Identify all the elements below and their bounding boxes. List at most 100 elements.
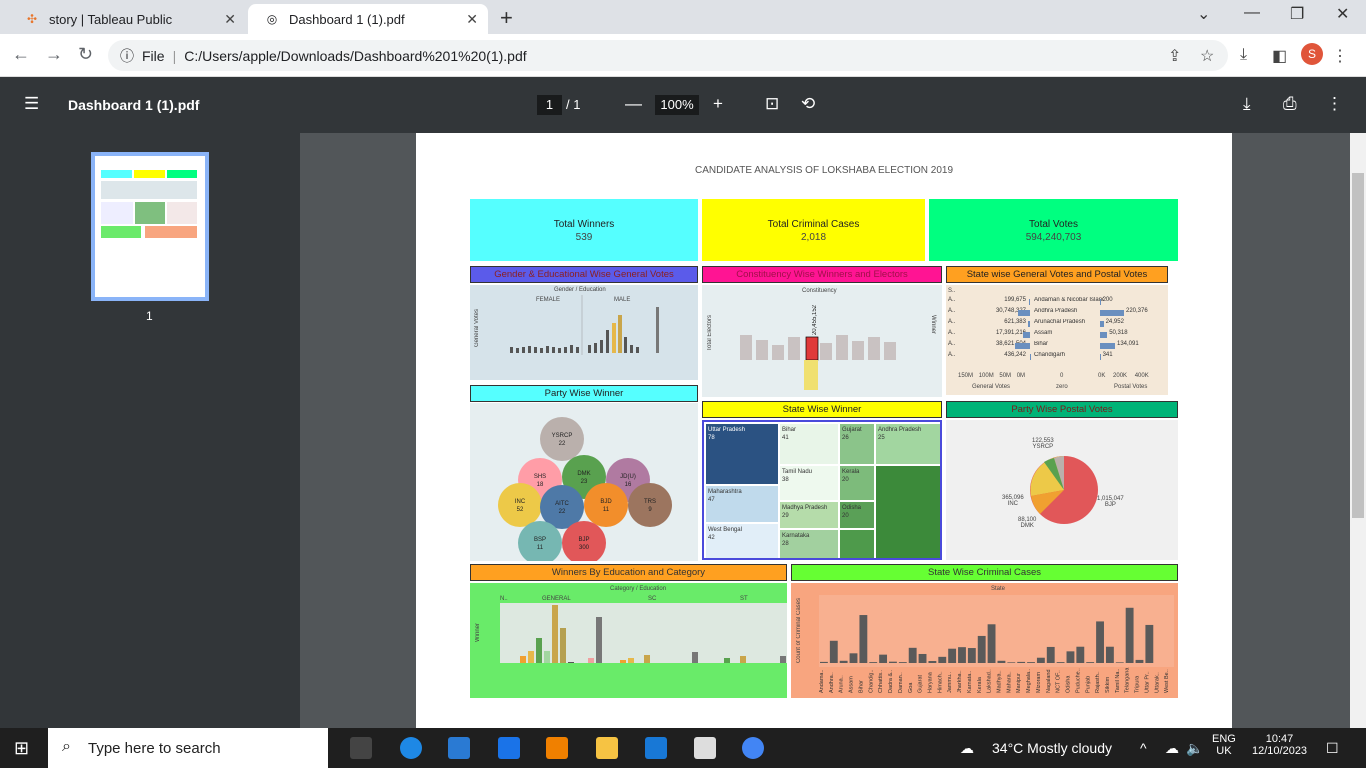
header-state-winner: State Wise Winner [702,401,942,418]
chevron-up-icon[interactable]: ^ [1140,740,1147,756]
restore-button[interactable]: ❐ [1290,4,1304,24]
hamburger-icon[interactable]: ☰ [24,94,39,114]
header-gender-education: Gender & Educational Wise General Votes [470,266,698,283]
store-icon[interactable] [448,737,470,759]
tab-pdf[interactable]: ◎ Dashboard 1 (1).pdf ✕ [248,4,488,34]
task-view-icon[interactable] [350,737,372,759]
download-icon[interactable]: ⤓ [1240,46,1247,64]
close-icon[interactable]: ✕ [224,11,236,28]
close-icon[interactable]: ✕ [466,11,478,28]
file-explorer-icon[interactable] [596,737,618,759]
zoom-in-icon[interactable]: + [713,94,723,114]
rotate-icon[interactable]: ⟲ [801,94,815,114]
state-label: Himach.. [937,671,943,693]
treemap-label: Tamil Nadu 38 [782,469,813,483]
state-label: Tripura [1135,675,1141,693]
state-label: Sikkim [1105,676,1111,693]
snipping-icon[interactable] [694,737,716,759]
pdf-page: CANDIDATE ANALYSIS OF LOKSHABA ELECTION … [416,133,1232,728]
kpi-total-winners: Total Winners 539 [470,199,698,261]
state-label: West Be.. [1164,669,1170,693]
treemap-label: Maharashtra 47 [708,489,742,503]
kpi-total-votes: Total Votes 594,240,703 [929,199,1178,261]
treemap-label: Karnataka 28 [782,533,810,547]
state-label: NCT OF.. [1056,670,1062,693]
vlc-icon[interactable] [546,737,568,759]
header-constituency: Constituency Wise Winners and Electors [702,266,942,283]
edge-icon[interactable] [400,737,422,759]
toolbar: ← → ↻ ⓘ File | C:/Users/apple/Downloads/… [0,34,1366,77]
reload-icon[interactable]: ↻ [78,44,93,65]
kpi-value: 539 [575,232,593,243]
tab-label: story | Tableau Public [49,11,173,27]
tab-search-icon[interactable]: ⌄ [1197,4,1210,24]
scrollbar[interactable] [1350,133,1366,728]
windows-start-icon[interactable]: ⊞ [14,738,29,759]
state-label: Nagaland [1046,669,1052,693]
header-postal-votes: Party Wise Postal Votes [946,401,1178,418]
window-close-button[interactable]: ✕ [1336,4,1349,24]
postal-votes-value: 341 [1102,352,1113,358]
state-label: Lakshad.. [987,669,993,693]
state-label: Haryana [927,671,933,693]
language-indicator[interactable]: ENG UK [1212,733,1236,757]
state-label: Madhya.. [997,670,1003,693]
state-label: Chandig.. [868,669,874,693]
header-criminal-cases: State Wise Criminal Cases [791,564,1178,581]
state-votes-table: S.. A.. 199,675 Andaman & Nicobar Island… [946,285,1168,395]
new-tab-button[interactable]: + [500,5,513,31]
column-header: S.. [948,288,956,294]
app-icon[interactable] [645,737,667,759]
chrome-icon[interactable] [742,737,764,759]
bookmark-icon[interactable]: ☆ [1200,46,1214,66]
network-icon[interactable]: ☁ [1165,740,1179,757]
data-label: 20,455,152 [812,305,818,336]
minimize-button[interactable]: — [1244,4,1260,22]
share-icon[interactable]: ⇪ [1168,46,1181,66]
kpi-label: Total Criminal Cases [767,219,860,230]
notification-icon[interactable]: ☐ [1326,740,1339,757]
state-label: Daman.. [898,672,904,693]
address-bar[interactable]: ⓘ File | C:/Users/apple/Downloads/Dashbo… [108,40,1228,71]
avatar[interactable]: S [1301,43,1323,65]
back-icon[interactable]: ← [12,44,30,65]
tab-strip: ✣ story | Tableau Public ✕ ◎ Dashboard 1… [0,0,1366,34]
postal-votes-value: 134,091 [1117,341,1139,347]
gender-education-chart: Gender / Education FEMALE MALE General V… [470,285,698,380]
state-label: Dadra &.. [888,669,894,693]
menu-icon[interactable]: ⋮ [1332,46,1348,66]
mail-icon[interactable] [498,737,520,759]
pdf-title: Dashboard 1 (1).pdf [68,97,200,113]
treemap-label: Madhya Pradesh 29 [782,505,828,519]
globe-icon: ◎ [266,12,278,26]
general-votes-value: 30,748,327 [995,308,1026,314]
general-votes-value: 621,383 [1004,319,1026,325]
state-name: Assam [1034,330,1053,336]
state-label: Punjab [1085,676,1091,693]
education-bars [500,603,787,663]
page-thumbnail[interactable] [91,152,209,301]
state-name: Chandigarh [1034,352,1066,358]
forward-icon[interactable]: → [45,44,63,65]
general-votes-value: 199,675 [1004,297,1026,303]
zoom-out-icon[interactable]: — [625,94,642,114]
zoom-level[interactable]: 100% [655,95,699,115]
page-count: / 1 [566,97,581,112]
print-icon[interactable]: ⎙ [1283,94,1297,114]
download-icon[interactable]: ⤓ [1243,94,1251,114]
taskbar-search[interactable]: ⌕ Type here to search [48,728,328,768]
clock[interactable]: 10:47 12/10/2023 [1252,733,1307,757]
state-label: Gujarat [918,674,924,693]
weather-text[interactable]: 34°C Mostly cloudy [992,740,1112,756]
treemap-label: Odisha 20 [842,505,862,519]
volume-icon[interactable]: 🔈 [1186,740,1203,757]
page-number-input[interactable]: 1 [537,95,562,115]
fit-page-icon[interactable]: ⊡ [765,94,779,114]
state-row: A.. 621,383 Arunachal Pradesh 24,952 [948,319,1124,327]
tab-tableau[interactable]: ✣ story | Tableau Public ✕ [8,4,246,34]
side-panel-icon[interactable]: ◧ [1272,46,1287,66]
state-row: A.. 30,748,327 Andhra Pradesh 220,376 [948,308,1148,316]
more-icon[interactable]: ⋮ [1326,94,1343,114]
treemap-label: Kerala 20 [842,469,860,483]
tableau-icon: ✣ [26,12,38,26]
